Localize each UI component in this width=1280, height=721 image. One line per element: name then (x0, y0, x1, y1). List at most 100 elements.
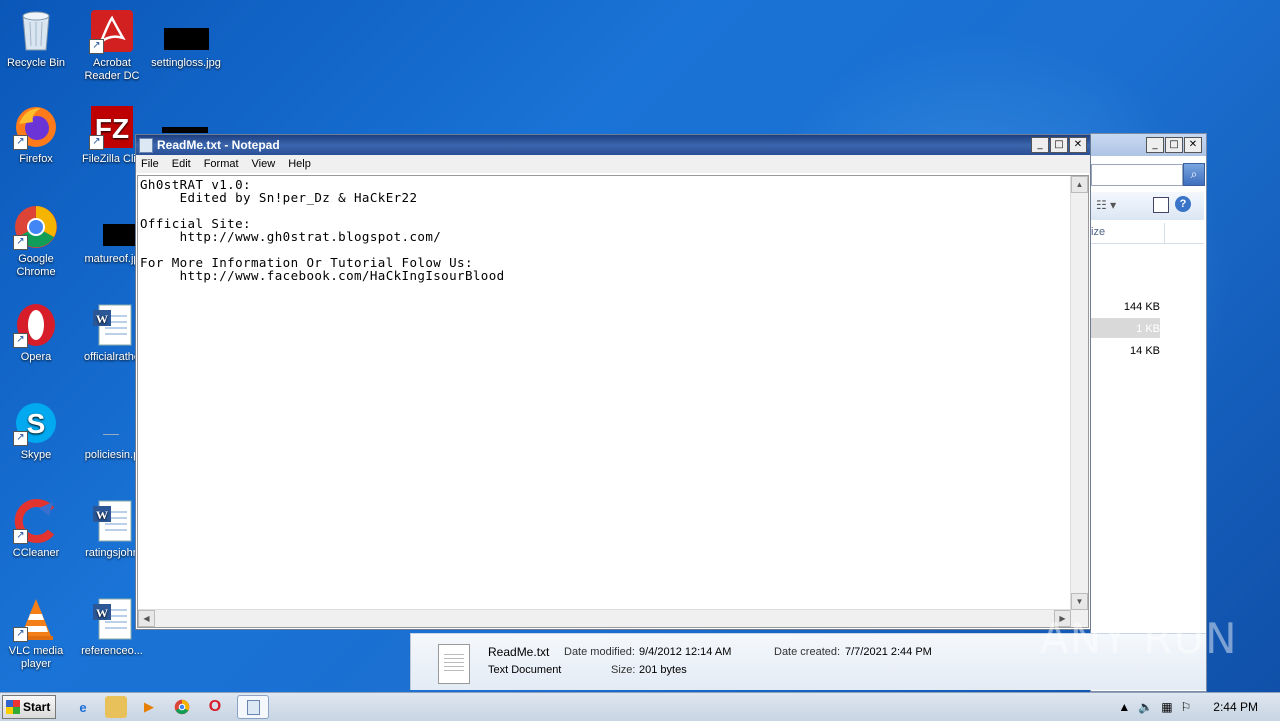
svg-text:W: W (96, 606, 108, 620)
opera-icon: ↗ (13, 302, 59, 348)
detail-filetype: Text Document (488, 664, 562, 676)
maximize-button[interactable]: □ (1165, 137, 1183, 153)
view-options-icon[interactable]: ☷ ▾ (1096, 198, 1116, 212)
window-title: ReadMe.txt - Notepad (157, 138, 280, 152)
recycle-bin-icon (13, 8, 59, 54)
network-icon[interactable]: ▦ (1161, 700, 1172, 714)
acrobat-icon: ↗ (89, 8, 135, 54)
desktop-icon-label: Acrobat Reader DC (84, 57, 140, 82)
internet-explorer-icon[interactable]: e (72, 696, 94, 718)
scroll-up-icon[interactable]: ▲ (1071, 176, 1088, 193)
menu-format[interactable]: Format (199, 158, 247, 170)
vertical-scrollbar[interactable]: ▲ ▼ (1070, 176, 1088, 610)
search-icon[interactable]: ⌕ (1183, 163, 1205, 186)
desktop-icon-chrome[interactable]: ↗ Google Chrome (0, 204, 74, 279)
file-size: 14 KB (1130, 345, 1160, 357)
desktop-icon-label: Recycle Bin (6, 57, 66, 69)
menu-view[interactable]: View (247, 158, 284, 170)
menu-help[interactable]: Help (283, 158, 319, 170)
media-player-icon[interactable]: ▶ (138, 696, 160, 718)
filezilla-icon: FZ ↗ (89, 104, 135, 150)
desktop-icon-label: VLC media player (8, 645, 64, 670)
file-size: 1 KB (1136, 323, 1160, 335)
file-size: 144 KB (1123, 301, 1160, 313)
desktop-icon-label: ratingsjohn (85, 547, 139, 559)
menu-bar: File Edit Format View Help (136, 155, 1090, 173)
windows-logo-icon (6, 700, 20, 714)
minimize-button[interactable]: _ (1146, 137, 1164, 153)
svg-text:S: S (27, 408, 46, 439)
word-doc-icon: W (89, 596, 135, 642)
shortcut-arrow-icon: ↗ (13, 627, 28, 642)
skype-icon: S ↗ (13, 400, 59, 446)
desktop-icon-vlc[interactable]: ↗ VLC media player (0, 596, 74, 671)
desktop-icon-label: settingloss.jpg (151, 57, 221, 69)
action-center-flag-icon[interactable]: ⚐ (1181, 700, 1192, 714)
text-file-icon (438, 644, 470, 684)
desktop-icon-label: Google Chrome (16, 253, 56, 278)
desktop-icon-label: referenceo... (81, 645, 143, 657)
image-file-icon (163, 8, 209, 54)
scroll-left-icon[interactable]: ◀ (138, 610, 155, 627)
search-input[interactable] (1091, 164, 1183, 186)
desktop-icon-recycle-bin[interactable]: Recycle Bin (0, 8, 74, 70)
desktop-icon-skype[interactable]: S ↗ Skype (0, 400, 74, 462)
tray-expand-icon[interactable]: ▲ (1118, 700, 1130, 714)
size-column-header[interactable]: ize (1091, 223, 1204, 244)
shortcut-arrow-icon: ↗ (13, 333, 28, 348)
file-explorer-icon[interactable] (105, 696, 127, 718)
svg-text:W: W (96, 312, 108, 326)
desktop-icon-label: policiesin.p (84, 449, 140, 461)
preview-pane-icon[interactable] (1153, 197, 1169, 213)
close-button[interactable]: ✕ (1184, 137, 1202, 153)
size-label: Size: (611, 664, 636, 676)
chrome-taskbar-icon[interactable] (171, 696, 193, 718)
date-modified-value: 9/4/2012 12:14 AM (639, 646, 732, 658)
image-file-icon (89, 204, 149, 250)
date-created-label: Date created: (774, 646, 841, 658)
text-editor[interactable]: Gh0stRAT v1.0: Edited by Sn!per_Dz & HaC… (137, 175, 1089, 628)
maximize-button[interactable]: □ (1050, 137, 1068, 153)
explorer-window: _ □ ✕ ⌕ ☷ ▾ ? ize 144 KB 1 KB 14 KB (1090, 133, 1207, 692)
desktop-icon-settingloss[interactable]: settingloss.jpg (148, 8, 224, 70)
desktop-icon-label: Firefox (19, 153, 53, 165)
minimize-button[interactable]: _ (1031, 137, 1049, 153)
horizontal-scrollbar[interactable]: ◀ ▶ (138, 609, 1071, 627)
date-created-value: 7/7/2021 2:44 PM (845, 646, 932, 658)
desktop-icon-label: matureof.jp (84, 253, 140, 265)
help-icon[interactable]: ? (1175, 196, 1191, 212)
start-label: Start (23, 700, 51, 714)
desktop-icon-firefox[interactable]: ↗ Firefox (0, 104, 74, 166)
shortcut-arrow-icon: ↗ (13, 135, 28, 150)
menu-file[interactable]: File (136, 158, 167, 170)
desktop-icon-opera[interactable]: ↗ Opera (0, 302, 74, 364)
document-content[interactable]: Gh0stRAT v1.0: Edited by Sn!per_Dz & HaC… (140, 178, 1070, 609)
clock[interactable]: 2:44 PM (1213, 700, 1258, 714)
desktop-icon-label: Skype (20, 449, 52, 461)
desktop-icon-acrobat[interactable]: ↗ Acrobat Reader DC (74, 8, 150, 83)
firefox-icon: ↗ (13, 104, 59, 150)
shortcut-arrow-icon: ↗ (13, 529, 28, 544)
desktop-icon-label: officialrathe (83, 351, 141, 363)
close-button[interactable]: ✕ (1069, 137, 1087, 153)
notepad-icon (246, 699, 260, 715)
ccleaner-icon: ↗ (13, 498, 59, 544)
size-value: 201 bytes (639, 664, 687, 676)
volume-icon[interactable]: 🔈 (1138, 700, 1153, 714)
taskbar: Start e ▶ O ▲ 🔈 ▦ ⚐ 2:44 PM (0, 692, 1280, 721)
desktop-icon-label: CCleaner (12, 547, 60, 559)
file-icon (89, 400, 135, 446)
word-doc-icon: W (89, 302, 135, 348)
start-button[interactable]: Start (2, 695, 56, 719)
shortcut-arrow-icon: ↗ (13, 235, 28, 250)
detail-filename: ReadMe.txt (488, 645, 550, 659)
scroll-down-icon[interactable]: ▼ (1071, 593, 1088, 610)
system-tray: ▲ 🔈 ▦ ⚐ 2:44 PM (1118, 700, 1272, 714)
desktop-icon-label: FileZilla Clie (82, 153, 142, 165)
desktop-icon-ccleaner[interactable]: ↗ CCleaner (0, 498, 74, 560)
notepad-taskbar-button[interactable] (237, 695, 269, 719)
notepad-titlebar[interactable]: ReadMe.txt - Notepad _ □ ✕ (136, 135, 1090, 155)
notepad-icon (139, 137, 153, 153)
opera-taskbar-icon[interactable]: O (204, 696, 226, 718)
menu-edit[interactable]: Edit (167, 158, 199, 170)
